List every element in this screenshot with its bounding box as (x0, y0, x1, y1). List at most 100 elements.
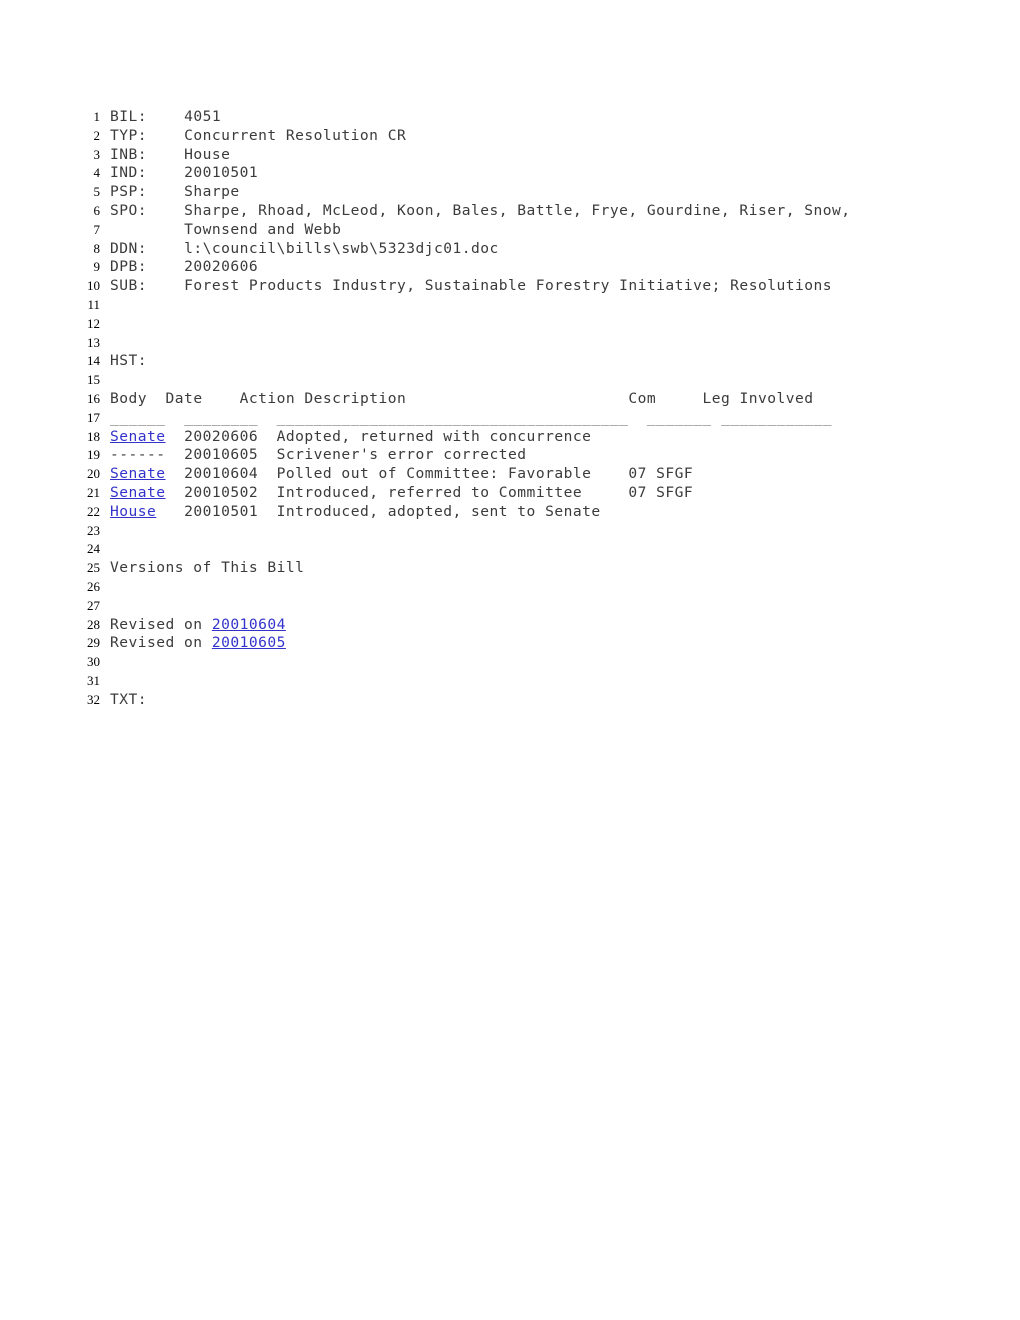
source-line: 32 TXT: (78, 691, 978, 710)
field-spo: SPO: Sharpe, Rhoad, McLeod, Koon, Bales,… (110, 202, 851, 221)
field-dpb: DPB: 20020606 (110, 258, 258, 277)
source-line: 1 BIL: 4051 (78, 108, 978, 127)
line-number: 26 (87, 578, 100, 594)
line-number: 2 (93, 127, 101, 143)
line-number: 3 (93, 146, 101, 162)
version-date-link[interactable]: 20010604 (212, 616, 286, 633)
line-number: 19 (87, 447, 100, 463)
source-line: 27 (78, 597, 978, 616)
history-body-placeholder: ------ (110, 446, 166, 464)
table-row: Senate 20010604 Polled out of Committee:… (110, 465, 693, 484)
field-value-spo-line1: Sharpe, Rhoad, McLeod, Koon, Bales, Batt… (184, 201, 851, 219)
source-line: 16 Body Date Action Description Com Leg I… (78, 390, 978, 409)
field-label-hst: HST: (110, 352, 148, 370)
source-line: 20 Senate 20010604 Polled out of Committe… (78, 465, 978, 484)
line-number: 14 (87, 353, 100, 369)
bill-text-listing: 1 BIL: 4051 2 TYP: Concurrent Resolution C… (78, 108, 978, 710)
column-header-com: Com (628, 389, 657, 407)
history-body-link[interactable]: Senate (110, 465, 166, 482)
field-ddn: DDN: l:\council\bills\swb\5323djc01.doc (110, 240, 499, 259)
line-number: 30 (87, 654, 100, 670)
line-number: 24 (87, 541, 100, 557)
history-action: Adopted, returned with concurrence (276, 427, 592, 445)
history-body-link[interactable]: House (110, 503, 156, 520)
history-date: 20010502 (184, 483, 259, 501)
source-line: 25 Versions of This Bill (78, 559, 978, 578)
source-line: 8 DDN: l:\council\bills\swb\5323djc01.doc (78, 240, 978, 259)
line-number: 25 (87, 560, 100, 576)
history-action: Introduced, referred to Committee (276, 483, 583, 501)
line-number: 28 (87, 616, 100, 632)
source-line: 6 SPO: Sharpe, Rhoad, McLeod, Koon, Bales… (78, 202, 978, 221)
rule-action: ______________________________________ (276, 408, 629, 426)
line-number: 20 (87, 466, 100, 482)
source-line: 3 INB: House (78, 146, 978, 165)
source-line: 29 Revised on 20010605 (78, 634, 978, 653)
table-row: Senate 20020606 Adopted, returned with c… (110, 428, 591, 447)
source-line: 24 (78, 540, 978, 559)
line-number: 16 (87, 390, 100, 406)
field-sub: SUB: Forest Products Industry, Sustainab… (110, 277, 832, 296)
versions-heading: Versions of This Bill (110, 559, 305, 577)
gap-pad-com (591, 465, 628, 482)
source-line: 13 (78, 334, 978, 353)
line-number: 21 (87, 484, 100, 500)
history-date: 20020606 (184, 427, 259, 445)
field-inb: INB: House (110, 146, 230, 165)
field-value-typ: Concurrent Resolution CR (184, 126, 407, 144)
history-com: 07 SFGF (628, 483, 694, 501)
rule-leg: ____________ (720, 408, 833, 426)
line-number: 17 (87, 409, 100, 425)
history-body-link[interactable]: Senate (110, 484, 166, 501)
document-page: 1 BIL: 4051 2 TYP: Concurrent Resolution C… (0, 0, 1020, 1320)
version-date-link[interactable]: 20010605 (212, 634, 286, 651)
history-action: Polled out of Committee: Favorable (276, 465, 592, 483)
field-value-ddn: l:\council\bills\swb\5323djc01.doc (184, 239, 499, 257)
line-number: 5 (93, 184, 101, 200)
list-item: Revised on 20010605 (110, 634, 286, 653)
source-line: 19 ------ 20010605 Scrivener's error corr… (78, 446, 978, 465)
field-typ: TYP: Concurrent Resolution CR (110, 127, 406, 146)
history-com: 07 SFGF (628, 465, 694, 483)
field-value-psp: Sharpe (184, 183, 240, 201)
rule-date: ________ (184, 408, 259, 426)
line-number: 32 (87, 691, 100, 707)
field-label-ddn: DDN: (110, 239, 148, 257)
source-line: 22 House 20010501 Introduced, adopted, se… (78, 503, 978, 522)
line-number: 29 (87, 635, 100, 651)
line-number: 6 (93, 202, 101, 218)
field-value-ind: 20010501 (184, 164, 259, 182)
source-line: 12 (78, 315, 978, 334)
gap-pad-com (406, 390, 628, 407)
source-line: 26 (78, 578, 978, 597)
source-line: 4 IND: 20010501 (78, 164, 978, 183)
line-number: 15 (87, 372, 100, 388)
source-line: 11 (78, 296, 978, 315)
gap-pad-leg (712, 409, 721, 426)
source-line: 18 Senate 20020606 Adopted, returned with… (78, 428, 978, 447)
source-line: 31 (78, 672, 978, 691)
source-line: 15 (78, 371, 978, 390)
source-line: 23 (78, 522, 978, 541)
field-label-sub: SUB: (110, 277, 148, 295)
history-body-link[interactable]: Senate (110, 428, 166, 445)
gap-pad-leg (656, 390, 702, 407)
column-header-action: Action Description (239, 389, 407, 407)
line-number: 31 (87, 672, 100, 688)
field-value-spo-line2: Townsend and Webb (184, 220, 342, 238)
field-label-txt: TXT: (110, 690, 148, 708)
field-ind: IND: 20010501 (110, 164, 258, 183)
source-line: 30 (78, 653, 978, 672)
